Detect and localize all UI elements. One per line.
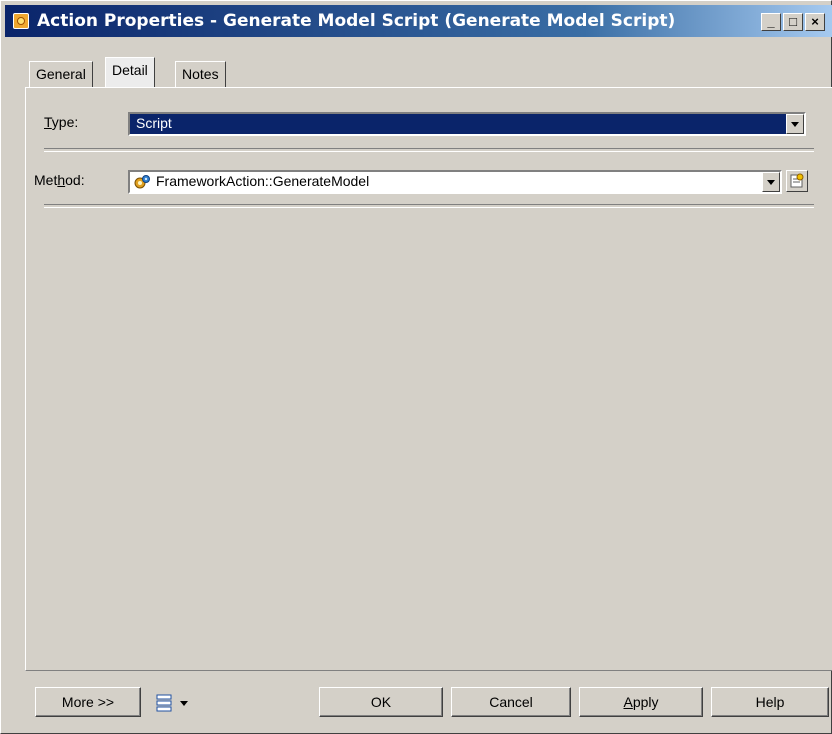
list-view-button[interactable] [149,687,205,717]
detail-panel: Type: Script Method: FrameworkAction::Ge… [25,87,832,671]
app-icon [13,13,29,29]
apply-button[interactable]: Apply [579,687,703,717]
method-properties-button[interactable] [786,170,808,192]
properties-icon [790,173,804,188]
tab-detail[interactable]: Detail [105,57,155,87]
list-view-icon [156,694,188,712]
separator [44,148,814,152]
method-select[interactable]: FrameworkAction::GenerateModel [128,170,782,194]
dropdown-arrow-icon[interactable] [762,172,780,192]
title-bar[interactable]: Action Properties - Generate Model Scrip… [5,5,832,37]
type-value: Script [136,115,172,131]
separator [44,204,814,208]
method-label: Method: [34,172,85,188]
type-label: Type: [44,114,79,130]
type-select[interactable]: Script [128,112,806,136]
help-button[interactable]: Help [711,687,829,717]
tab-notes[interactable]: Notes [175,61,226,87]
gear-icon [134,175,150,189]
dropdown-arrow-icon[interactable] [786,114,804,134]
dialog-window: Action Properties - Generate Model Scrip… [0,0,832,734]
close-button[interactable]: × [805,13,825,31]
cancel-button[interactable]: Cancel [451,687,571,717]
method-value: FrameworkAction::GenerateModel [156,173,370,189]
maximize-button[interactable]: □ [783,13,803,31]
ok-button[interactable]: OK [319,687,443,717]
window-title: Action Properties - Generate Model Scrip… [37,11,676,31]
minimize-button[interactable]: _ [761,13,781,31]
more-button[interactable]: More >> [35,687,141,717]
tab-general[interactable]: General [29,61,93,87]
